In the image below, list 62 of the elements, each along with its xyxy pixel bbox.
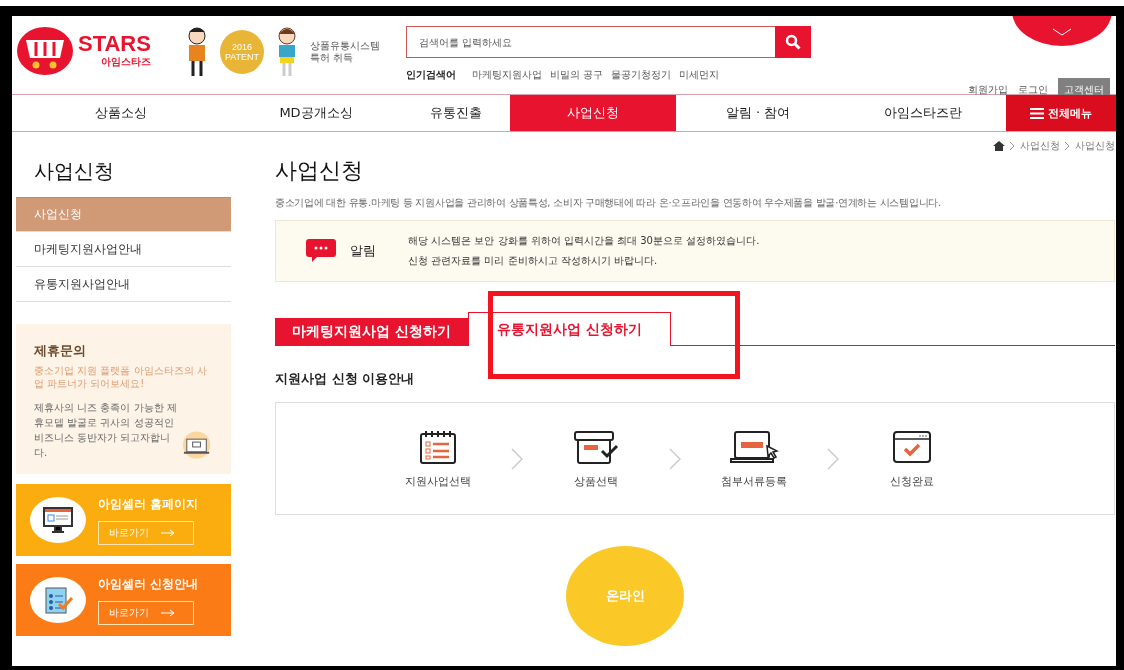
section-title: 지원사업 신청 이용안내 <box>275 370 416 388</box>
notice-text: 신청 관련자료를 미리 준비하시고 작성하시기 바랍니다. <box>408 254 659 268</box>
tab[interactable]: 마케팅지원사업 신청하기 <box>275 318 468 346</box>
search-icon <box>785 34 801 50</box>
page-description: 중소기업에 대한 유통.마케팅 등 지원사업을 관리하여 상품특성, 소비자 구매행태에 따라 온·오프라인을 연동하여 우수제품을 발굴·연계하는 시스템입니다. <box>275 196 942 210</box>
monitor-icon <box>42 506 74 534</box>
header-link[interactable]: 로그인 <box>1018 83 1048 97</box>
chevron-right-icon <box>511 447 523 470</box>
step-label: 지원사업선택 <box>405 474 471 489</box>
partner-title: 제휴문의 <box>34 342 87 360</box>
search-button[interactable] <box>775 26 811 58</box>
banner-title: 아임셀러 홈페이지 <box>98 495 199 513</box>
breadcrumb-link[interactable]: 사업신청 <box>1020 139 1060 153</box>
mascot-right-drawing <box>276 26 298 78</box>
mascot-left-drawing <box>186 26 208 78</box>
cart-logo-icon <box>16 26 74 76</box>
calendar-list-icon <box>418 428 458 465</box>
tab[interactable]: 유통지원사업 신청하기 <box>467 312 671 346</box>
patent-medal: 2016 PATENT <box>220 30 264 74</box>
notice-text: 해당 시스템은 보안 강화를 위하여 입력시간을 최대 30분으로 설정하였습니다. <box>408 234 760 248</box>
box-check-icon <box>572 428 620 465</box>
notice-label: 알림 <box>350 242 376 260</box>
page-title: 사업신청 <box>275 157 364 185</box>
keyword-link[interactable]: 비밀의 공구 <box>550 68 604 82</box>
nav-item[interactable]: 알림 · 참여 <box>676 95 840 131</box>
nav-item[interactable]: 유통진출 <box>402 95 510 131</box>
laptop-cursor-icon <box>729 428 779 465</box>
partner-body: 제휴사의 니즈 충족이 가능한 제휴모델 발굴로 귀사의 성공적인 비즈니스 동반자가 되고자합니다. <box>34 401 178 460</box>
patent-caption: 상품유통시스템 특허 취득 <box>310 40 380 64</box>
sidebar-title: 사업신청 <box>34 158 115 185</box>
chevron-right-icon <box>1065 142 1070 150</box>
browser-check-icon <box>892 428 932 465</box>
arrow-right-icon <box>161 608 175 617</box>
chevron-right-icon <box>669 447 681 470</box>
nav-item[interactable]: 상품소싱 <box>12 95 230 131</box>
header-link[interactable]: 회원가입 <box>968 83 1008 97</box>
nav-item[interactable]: 아임스타즈란 <box>840 95 1006 131</box>
step-label: 상품선택 <box>574 474 618 489</box>
step-label: 첨부서류등록 <box>721 474 787 489</box>
home-icon[interactable] <box>993 141 1005 151</box>
nav-item[interactable]: 사업신청 <box>510 95 676 131</box>
partner-highlight: 중소기업 지원 플랫폼 아임스타즈의 사업 파트너가 되어보세요! <box>34 364 208 390</box>
nav-item[interactable]: MD공개소싱 <box>230 95 402 131</box>
arrow-right-icon <box>161 528 175 537</box>
online-badge: 온라인 <box>566 546 684 646</box>
keyword-link[interactable]: 미세먼지 <box>679 68 720 82</box>
menu-icon <box>1030 107 1044 119</box>
banner-title: 아임셀러 신청안내 <box>98 575 199 593</box>
step-label: 신청완료 <box>890 474 934 489</box>
breadcrumb-link[interactable]: 사업신청 <box>1075 139 1115 153</box>
keyword-link[interactable]: 물공기청정기 <box>611 68 672 82</box>
chevron-right-icon <box>827 447 839 470</box>
logo-subtitle: 아임스타즈 <box>100 55 151 69</box>
checklist-icon <box>42 585 74 615</box>
logo-wordmark[interactable]: STARS <box>78 33 151 55</box>
speech-bubble-icon <box>306 239 336 263</box>
popular-keywords-label: 인기검색어 <box>406 68 456 82</box>
chevron-down-icon <box>1052 28 1072 36</box>
search-field[interactable]: 검색어를 입력하세요 <box>406 26 775 58</box>
keyword-link[interactable]: 마케팅지원사업 <box>472 68 542 82</box>
chevron-right-icon <box>1010 142 1015 150</box>
all-menu-button[interactable]: 전체메뉴 <box>1006 95 1116 131</box>
